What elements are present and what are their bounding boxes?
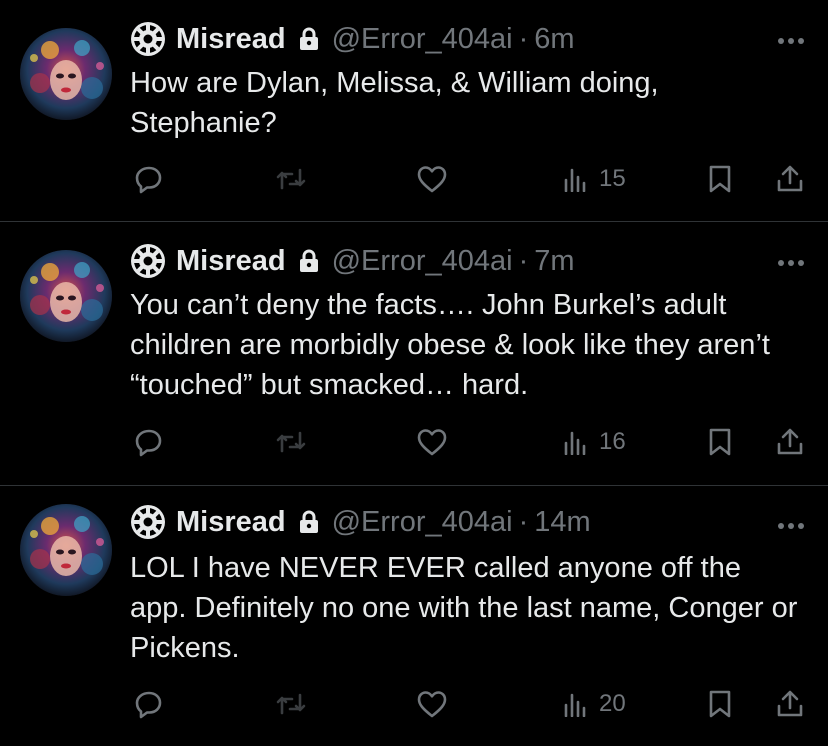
like-button[interactable]: [416, 684, 448, 724]
retweet-icon: [276, 168, 306, 190]
share-icon: [777, 690, 803, 717]
avatar[interactable]: [20, 28, 112, 120]
author-name[interactable]: Misread: [176, 506, 286, 539]
views-button[interactable]: 16: [563, 422, 626, 462]
tweet[interactable]: Misread @Error_404ai · 14m LOL I have NE…: [0, 486, 828, 746]
tweet-header: Misread @Error_404ai · 6m: [130, 19, 575, 59]
views-icon: [564, 693, 586, 717]
bookmark-button[interactable]: [707, 422, 733, 462]
bookmark-icon: [709, 165, 731, 193]
more-icon[interactable]: [776, 255, 806, 266]
share-button[interactable]: [775, 422, 805, 462]
share-icon: [777, 165, 803, 192]
share-button[interactable]: [775, 159, 805, 199]
action-bar: 15: [0, 159, 828, 199]
reply-icon: [135, 429, 162, 457]
avatar[interactable]: [20, 250, 112, 342]
reply-button[interactable]: [134, 684, 164, 724]
author-handle[interactable]: @Error_404ai: [332, 23, 513, 56]
more-icon[interactable]: [776, 33, 806, 44]
tweet-header: Misread @Error_404ai · 14m: [130, 502, 591, 542]
tweet[interactable]: Misread @Error_404ai · 7m You can’t deny…: [0, 222, 828, 485]
bookmark-button[interactable]: [707, 684, 733, 724]
action-bar: 16: [0, 422, 828, 462]
like-button[interactable]: [416, 422, 448, 462]
lock-icon: [298, 27, 320, 51]
author-handle[interactable]: @Error_404ai: [332, 245, 513, 278]
reply-icon: [135, 691, 162, 719]
tweet-text: You can’t deny the facts…. John Burkel’s…: [130, 289, 770, 401]
views-count: 16: [599, 428, 626, 455]
separator: ·: [518, 22, 529, 55]
views-button[interactable]: 20: [563, 684, 626, 724]
author-handle[interactable]: @Error_404ai: [332, 506, 513, 539]
action-bar: 20: [0, 684, 828, 724]
timestamp[interactable]: 14m: [534, 506, 590, 539]
lock-icon: [298, 510, 320, 534]
author-name[interactable]: Misread: [176, 23, 286, 56]
author-name[interactable]: Misread: [176, 245, 286, 278]
bookmark-icon: [709, 690, 731, 718]
heart-icon: [417, 429, 447, 456]
separator: ·: [518, 244, 529, 277]
tweet-text: How are Dylan, Melissa, & William doing,…: [130, 67, 659, 139]
views-icon: [564, 168, 586, 192]
share-button[interactable]: [775, 684, 805, 724]
views-button[interactable]: 15: [563, 159, 626, 199]
bookmark-button[interactable]: [707, 159, 733, 199]
reply-button[interactable]: [134, 159, 164, 199]
bookmark-icon: [709, 428, 731, 456]
tweet-header: Misread @Error_404ai · 7m: [130, 241, 575, 281]
tweet-text: LOL I have NEVER EVER called anyone off …: [130, 552, 798, 664]
gear-icon: [130, 21, 166, 57]
timestamp[interactable]: 6m: [534, 23, 574, 56]
retweet-icon: [276, 693, 306, 715]
reply-button[interactable]: [134, 422, 164, 462]
views-count: 15: [599, 165, 626, 192]
retweet-button[interactable]: [274, 422, 308, 462]
tweet[interactable]: Misread @Error_404ai · 6m How are Dylan,…: [0, 0, 828, 221]
retweet-button[interactable]: [274, 159, 308, 199]
timestamp[interactable]: 7m: [534, 245, 574, 278]
gear-icon: [130, 243, 166, 279]
lock-icon: [298, 249, 320, 273]
views-count: 20: [599, 690, 626, 717]
heart-icon: [417, 166, 447, 193]
gear-icon: [130, 504, 166, 540]
reply-icon: [135, 166, 162, 194]
views-icon: [564, 431, 586, 455]
share-icon: [777, 428, 803, 455]
retweet-icon: [276, 431, 306, 453]
more-icon[interactable]: [776, 518, 806, 529]
separator: ·: [518, 505, 529, 538]
like-button[interactable]: [416, 159, 448, 199]
heart-icon: [417, 691, 447, 718]
avatar[interactable]: [20, 504, 112, 596]
retweet-button[interactable]: [274, 684, 308, 724]
